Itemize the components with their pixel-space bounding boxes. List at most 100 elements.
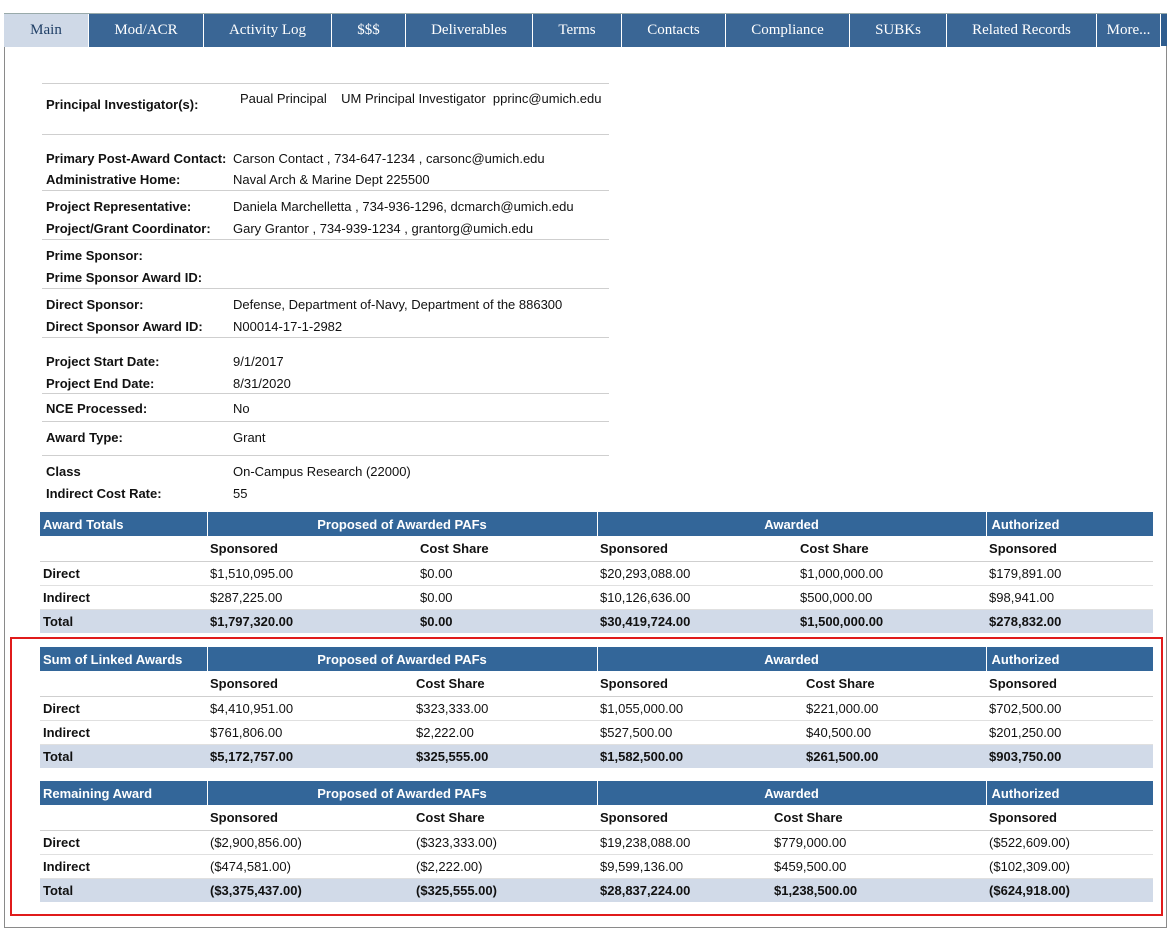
- admin-home-value: Naval Arch & Marine Dept 225500: [233, 172, 430, 187]
- group-header-proposed: Proposed of Awarded PAFs: [206, 781, 598, 805]
- cell: $19,238,088.00: [597, 830, 772, 855]
- table-row: Indirect ($474,581.00) ($2,222.00) $9,59…: [40, 854, 1154, 879]
- cell: ($3,375,437.00): [207, 878, 413, 902]
- cell: ($624,918.00): [986, 878, 1154, 902]
- pi-email[interactable]: pprinc@umich.edu: [493, 91, 602, 106]
- col-header: Cost Share: [797, 536, 987, 562]
- col-header: Sponsored: [597, 805, 772, 831]
- tab-contacts[interactable]: Contacts: [622, 14, 726, 47]
- col-header: Sponsored: [207, 536, 417, 562]
- direct-sponsor-id-label: Direct Sponsor Award ID:: [46, 318, 203, 334]
- cell: $779,000.00: [771, 830, 987, 855]
- admin-home-label: Administrative Home:: [46, 172, 181, 187]
- cell: $0.00: [417, 561, 598, 586]
- cell: $201,250.00: [986, 720, 1154, 745]
- indirect-cost-rate-value: 55: [233, 485, 248, 501]
- cell: $278,832.00: [986, 609, 1154, 633]
- cell: $761,806.00: [207, 720, 413, 745]
- prime-sponsor-id-label: Prime Sponsor Award ID:: [46, 269, 203, 285]
- tab-terms[interactable]: Terms: [533, 14, 622, 47]
- total-row: Total $1,797,320.00 $0.00 $30,419,724.00…: [40, 609, 1154, 633]
- group-header-authorized: Authorized: [985, 647, 1154, 671]
- group-header-proposed: Proposed of Awarded PAFs: [206, 647, 598, 671]
- award-totals-table: Award Totals Proposed of Awarded PAFs Aw…: [40, 512, 1154, 633]
- row-label: Indirect: [40, 720, 207, 745]
- tab-money[interactable]: $$$: [332, 14, 406, 47]
- cell: $10,126,636.00: [597, 585, 798, 610]
- nce-label: NCE Processed:: [46, 400, 148, 416]
- cell: $1,797,320.00: [207, 609, 417, 633]
- table-row: Direct $1,510,095.00 $0.00 $20,293,088.0…: [40, 561, 1154, 586]
- cell: ($102,309.00): [986, 854, 1154, 879]
- cell: $20,293,088.00: [597, 561, 798, 586]
- award-type-label: Award Type:: [46, 429, 123, 445]
- col-header: Cost Share: [413, 671, 598, 697]
- group-header-awarded: Awarded: [596, 781, 987, 805]
- col-header: Sponsored: [597, 671, 804, 697]
- cell: $1,582,500.00: [597, 744, 804, 768]
- prime-sponsor-label: Prime Sponsor:: [46, 247, 143, 263]
- row-label: Direct: [40, 830, 207, 855]
- cell: $179,891.00: [986, 561, 1154, 586]
- indirect-cost-rate-label: Indirect Cost Rate:: [46, 485, 162, 501]
- cell: $30,419,724.00: [597, 609, 798, 633]
- col-header: Sponsored: [207, 805, 413, 831]
- cell: $527,500.00: [597, 720, 804, 745]
- row-label: Indirect: [40, 854, 207, 879]
- direct-sponsor-id-value: N00014-17-1-2982: [233, 318, 343, 334]
- grant-coordinator-value: Gary Grantor , 734-939-1234 , grantorg@u…: [233, 220, 534, 236]
- cell: $1,238,500.00: [771, 878, 987, 902]
- table-row: Indirect $761,806.00 $2,222.00 $527,500.…: [40, 720, 1154, 745]
- remaining-award-table: Remaining Award Proposed of Awarded PAFs…: [40, 781, 1154, 902]
- table-row: Indirect $287,225.00 $0.00 $10,126,636.0…: [40, 585, 1154, 610]
- cell: $1,055,000.00: [597, 696, 804, 721]
- group-header-authorized: Authorized: [985, 781, 1154, 805]
- cell: $287,225.00: [207, 585, 417, 610]
- table-title: Remaining Award: [40, 781, 207, 805]
- tab-more[interactable]: More...: [1097, 14, 1161, 47]
- table-row: Direct ($2,900,856.00) ($323,333.00) $19…: [40, 830, 1154, 855]
- direct-sponsor-value: Defense, Department of-Navy, Department …: [233, 296, 563, 312]
- tab-subks[interactable]: SUBKs: [850, 14, 947, 47]
- row-label: Direct: [40, 696, 207, 721]
- col-header: Cost Share: [413, 805, 598, 831]
- linked-awards-table: Sum of Linked Awards Proposed of Awarded…: [40, 647, 1154, 768]
- tab-compliance[interactable]: Compliance: [726, 14, 850, 47]
- tab-deliverables[interactable]: Deliverables: [406, 14, 533, 47]
- cell: $9,599,136.00: [597, 854, 772, 879]
- pi-label: Principal Investigator(s):: [46, 97, 199, 112]
- cell: $500,000.00: [797, 585, 987, 610]
- cell: ($2,222.00): [413, 854, 598, 879]
- tab-activity-log[interactable]: Activity Log: [204, 14, 332, 47]
- tab-related-records[interactable]: Related Records: [947, 14, 1097, 47]
- cell: ($474,581.00): [207, 854, 413, 879]
- award-type-value: Grant: [233, 429, 266, 445]
- table-title: Award Totals: [40, 512, 207, 536]
- table-row: Direct $4,410,951.00 $323,333.00 $1,055,…: [40, 696, 1154, 721]
- start-date-value: 9/1/2017: [233, 353, 284, 369]
- pi-name[interactable]: Paual Principal: [240, 91, 327, 106]
- cell: $221,000.00: [803, 696, 987, 721]
- cell: ($323,333.00): [413, 830, 598, 855]
- col-header: Cost Share: [417, 536, 598, 562]
- cell: $5,172,757.00: [207, 744, 413, 768]
- class-label: Class: [46, 463, 81, 479]
- cell: $323,333.00: [413, 696, 598, 721]
- cell: $702,500.00: [986, 696, 1154, 721]
- cell: $261,500.00: [803, 744, 987, 768]
- table-title: Sum of Linked Awards: [40, 647, 207, 671]
- end-date-value: 8/31/2020: [233, 375, 291, 391]
- cell: $98,941.00: [986, 585, 1154, 610]
- cell: $1,000,000.00: [797, 561, 987, 586]
- cell: $0.00: [417, 585, 598, 610]
- direct-sponsor-label: Direct Sponsor:: [46, 296, 144, 312]
- cell: ($2,900,856.00): [207, 830, 413, 855]
- tab-main[interactable]: Main: [4, 14, 89, 47]
- row-label: Direct: [40, 561, 207, 586]
- tab-mod-acr[interactable]: Mod/ACR: [89, 14, 204, 47]
- post-award-contact-value: Carson Contact , 734-647-1234 , carsonc@…: [233, 151, 545, 166]
- row-label: Total: [40, 744, 207, 768]
- cell: $4,410,951.00: [207, 696, 413, 721]
- col-header: Sponsored: [207, 671, 413, 697]
- group-header-authorized: Authorized: [985, 512, 1154, 536]
